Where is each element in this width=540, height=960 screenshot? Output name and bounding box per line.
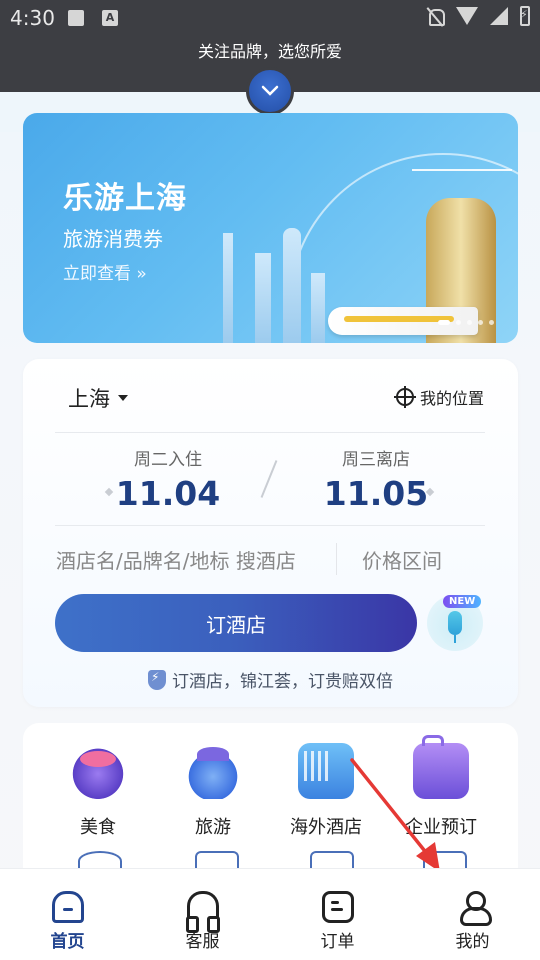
banner-subtitle: 旅游消费券	[63, 227, 163, 251]
divider	[336, 543, 337, 575]
luggage-icon	[413, 735, 469, 799]
checkin-date: 11.04	[115, 474, 221, 513]
nav-mine[interactable]: 我的	[405, 869, 540, 960]
a-icon: A	[102, 10, 118, 26]
headset-icon	[185, 891, 220, 933]
service-travel[interactable]: 旅游	[163, 743, 263, 839]
checkout-date: 11.05	[323, 474, 429, 513]
diamond-icon	[104, 487, 114, 497]
banner-skyline	[412, 141, 512, 171]
nav-label: 首页	[50, 932, 85, 952]
nav-label: 客服	[185, 932, 220, 952]
date-separator	[260, 460, 278, 498]
pearl-tower	[223, 233, 233, 343]
locate-icon	[393, 386, 416, 408]
divider	[55, 525, 485, 526]
checkin-label: 周二入住	[134, 450, 202, 470]
banner-dot	[467, 320, 472, 325]
image-icon	[68, 10, 84, 26]
banner-pagination	[438, 320, 494, 325]
travel-icon	[185, 743, 241, 799]
status-bar: 4:30 A	[0, 0, 540, 36]
jinmao-tower	[255, 253, 271, 343]
hotel-search-card: 上海 我的位置 周二入住 11.04 周三离店 11.05 酒店名/品牌名/地标…	[23, 359, 518, 707]
chevron-down-icon	[261, 85, 279, 96]
service-corporate-booking[interactable]: 企业预订	[391, 735, 491, 839]
checkout-date-picker[interactable]: 周三离店 11.05	[321, 445, 431, 513]
price-range-input[interactable]: 价格区间	[362, 545, 442, 574]
service-label: 旅游	[195, 817, 231, 838]
food-icon	[70, 743, 126, 799]
swfc-tower	[311, 273, 325, 343]
checkout-label: 周三离店	[342, 450, 410, 470]
signal-icon	[490, 7, 508, 25]
keyword-search-input[interactable]: 酒店名/品牌名/地标 搜酒店	[56, 545, 296, 574]
microphone-icon	[448, 611, 462, 643]
book-hotel-button[interactable]: 订酒店	[55, 594, 417, 652]
nav-orders[interactable]: 订单	[270, 869, 405, 960]
overseas-hotel-icon	[298, 743, 354, 799]
bottom-nav: 首页 客服 订单 我的	[0, 868, 540, 960]
city-selector[interactable]: 上海	[68, 383, 128, 413]
shanghai-tower	[283, 228, 301, 343]
nav-home[interactable]: 首页	[0, 869, 135, 960]
service-overseas-hotel[interactable]: 海外酒店	[276, 743, 376, 839]
nav-label: 我的	[455, 932, 490, 952]
checkin-date-picker[interactable]: 周二入住 11.04	[113, 445, 223, 513]
bell-off-icon	[426, 6, 445, 26]
battery-icon	[520, 6, 530, 26]
city-label: 上海	[68, 387, 110, 411]
guarantee-text: 订酒店，锦江荟，订贵赔双倍	[172, 672, 393, 692]
services-grid: 美食 旅游 海外酒店 企业预订	[23, 723, 518, 883]
promo-banner[interactable]: 乐游上海 旅游消费券 立即查看 »	[23, 113, 518, 343]
divider	[55, 432, 485, 433]
service-label: 海外酒店	[290, 817, 362, 838]
shield-icon	[148, 669, 166, 690]
nav-label: 订单	[320, 932, 355, 952]
order-icon	[321, 891, 354, 923]
user-icon	[457, 891, 492, 926]
banner-dot	[456, 320, 461, 325]
banner-dot	[489, 320, 494, 325]
service-label: 美食	[80, 817, 116, 838]
service-label: 企业预订	[405, 817, 477, 838]
caret-down-icon	[118, 395, 128, 401]
expand-brands-button[interactable]	[246, 67, 294, 115]
wifi-icon	[456, 7, 478, 25]
service-food[interactable]: 美食	[48, 743, 148, 839]
banner-cta-link[interactable]: 立即查看 »	[63, 259, 147, 284]
home-icon	[51, 891, 84, 923]
banner-title: 乐游上海	[63, 181, 187, 216]
follow-brand-text[interactable]: 关注品牌，选您所爱	[0, 38, 540, 62]
my-location-button[interactable]: 我的位置	[393, 385, 484, 409]
status-time: 4:30	[10, 6, 55, 30]
price-guarantee-note: 订酒店，锦江荟，订贵赔双倍	[23, 667, 518, 692]
nav-customer-service[interactable]: 客服	[135, 869, 270, 960]
my-location-label: 我的位置	[419, 389, 484, 408]
banner-dot	[478, 320, 483, 325]
banner-dot	[438, 320, 450, 325]
new-badge: NEW	[443, 595, 482, 608]
